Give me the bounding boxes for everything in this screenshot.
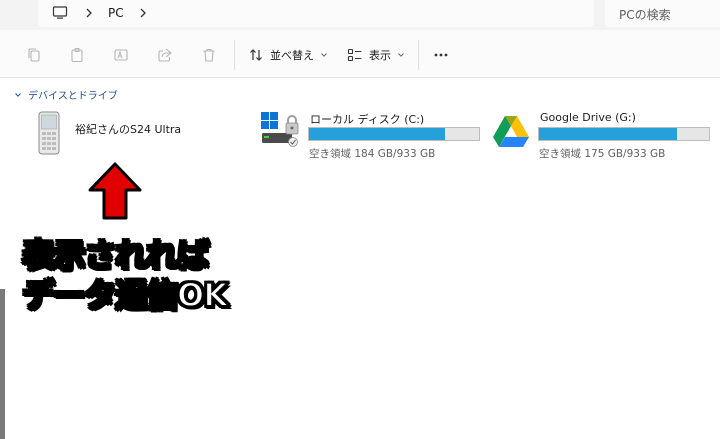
annotation-line-2: データ通信OK (21, 275, 229, 315)
search-placeholder: PCの検索 (619, 8, 671, 22)
chevron-down-icon (15, 92, 21, 97)
free-space-text: 空き領域 184 GB/933 GB (309, 148, 436, 160)
chevron-right-icon[interactable] (84, 6, 94, 20)
storage-bar-fill (539, 128, 677, 140)
device-name: ローカル ディスク (C:) (310, 113, 425, 126)
storage-bar-fill (309, 128, 445, 140)
computer-icon[interactable] (52, 5, 68, 21)
chevron-down-icon (321, 53, 327, 57)
free-space-text: 空き領域 175 GB/933 GB (539, 148, 666, 160)
chevron-right-icon[interactable] (138, 6, 148, 20)
windows-drive-icon (261, 112, 299, 147)
arrow-up-icon (88, 162, 142, 220)
view-button[interactable]: 表示 (347, 44, 405, 66)
toolbar-separator (418, 40, 419, 70)
device-name: 裕紀さんのS24 Ultra (75, 123, 182, 136)
address-bar-area: PC PCの検索 (0, 0, 720, 30)
sort-icon (250, 49, 262, 61)
sort-button[interactable]: 並べ替え (248, 44, 328, 66)
toolbar-separator (234, 40, 235, 70)
delete-icon[interactable] (201, 47, 217, 63)
phone-icon (38, 111, 60, 155)
storage-bar (308, 127, 480, 141)
group-header[interactable]: デバイスとドライブ (14, 87, 118, 102)
google-drive-icon (493, 116, 529, 147)
command-bar: 並べ替え 表示 (0, 30, 720, 78)
rename-icon[interactable] (113, 47, 129, 63)
more-options-icon[interactable] (433, 47, 449, 63)
device-item-phone[interactable]: 裕紀さんのS24 Ultra (30, 109, 230, 159)
view-label: 表示 (369, 49, 391, 62)
breadcrumb-pc[interactable]: PC (108, 6, 124, 20)
group-label: デバイスとドライブ (28, 91, 118, 102)
sort-label: 並べ替え (270, 49, 314, 62)
chevron-down-icon (398, 53, 404, 57)
search-input[interactable]: PCの検索 (605, 0, 720, 27)
share-icon[interactable] (157, 47, 173, 63)
copy-icon[interactable] (26, 47, 42, 63)
device-item-local-disk[interactable]: ローカル ディスク (C:) 空き領域 184 GB/933 GB (258, 109, 483, 163)
device-name: Google Drive (G:) (540, 111, 636, 124)
storage-bar (538, 127, 710, 141)
paste-icon[interactable] (69, 47, 85, 63)
device-item-google-drive[interactable]: Google Drive (G:) 空き領域 175 GB/933 GB (490, 109, 715, 163)
window-edge (0, 289, 5, 439)
view-list-icon (347, 48, 362, 62)
